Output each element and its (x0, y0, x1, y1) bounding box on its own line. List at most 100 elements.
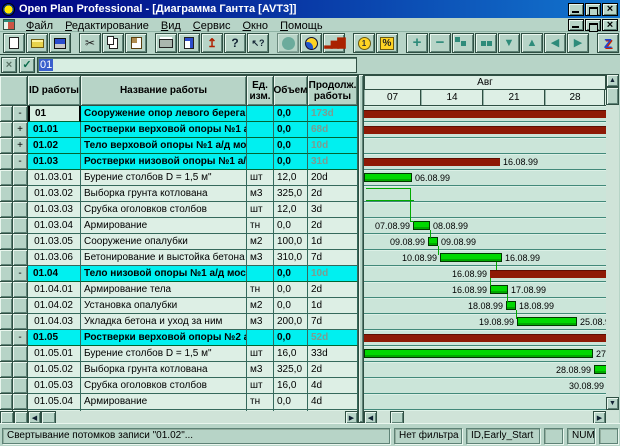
cell-id[interactable]: 01.04.02 (28, 298, 81, 314)
cell-volume[interactable]: 100,0 (274, 234, 308, 250)
cell-volume[interactable]: 0,0 (274, 218, 308, 234)
row-header-cell[interactable] (0, 218, 13, 234)
menu-item-сервис[interactable]: Сервис (187, 20, 237, 33)
cell-volume[interactable]: 0,0 (274, 266, 308, 282)
table-row[interactable]: -01.05Ростверки верховой опоры №2 а/д0,0… (0, 330, 358, 346)
cell-volume[interactable]: 0,0 (274, 394, 308, 410)
table-row[interactable]: 01.03.06Бетонирование и выстойка бетонам… (0, 250, 358, 266)
relationships-button[interactable]: Z (597, 33, 619, 53)
cell-unit[interactable] (247, 122, 274, 138)
cell-name[interactable]: Армирование (81, 218, 247, 234)
expand-button[interactable]: + (406, 33, 428, 53)
move-left-button[interactable]: ◀ (544, 33, 566, 53)
expand-cell[interactable] (13, 282, 28, 298)
row-header-cell[interactable] (0, 330, 13, 346)
cut-button[interactable]: ✂ (79, 33, 101, 53)
histogram-button[interactable]: ▂▅▇ (323, 33, 345, 53)
cell-unit[interactable]: м3 (247, 314, 274, 330)
expand-cell[interactable] (13, 234, 28, 250)
gantt-bar-green[interactable] (594, 365, 606, 374)
row-header-cell[interactable] (0, 266, 13, 282)
cell-volume[interactable]: 310,0 (274, 250, 308, 266)
cell-name[interactable]: Тело верховой опоры №1 а/д моста (81, 138, 247, 154)
table-row[interactable]: -01.04Тело низовой опоры №1 а/д моста 0,0… (0, 266, 358, 282)
expand-cell[interactable] (13, 250, 28, 266)
row-header-cell[interactable] (0, 234, 13, 250)
cell-name[interactable]: Ростверки верховой опоры №2 а/д (81, 330, 247, 346)
percent-complete-button[interactable]: % (376, 33, 398, 53)
cell-unit[interactable]: шт (247, 170, 274, 186)
paste-button[interactable] (125, 33, 147, 53)
table-row[interactable]: 01.04.03Укладка бетона и уход за нимм320… (0, 314, 358, 330)
cell-duration[interactable]: 7d (308, 250, 358, 266)
cell-edit-input[interactable]: 01 (37, 57, 357, 73)
menu-item-файл[interactable]: Файл (20, 20, 59, 33)
cell-duration[interactable]: 20d (308, 170, 358, 186)
cell-id[interactable]: 01.03.05 (28, 234, 81, 250)
time-analysis-button[interactable]: ↥ (201, 33, 223, 53)
table-row[interactable]: 01.05.03Срубка оголовков столбовшт16,04d (0, 378, 358, 394)
cell-name[interactable]: Установка опалубки (81, 298, 247, 314)
table-row[interactable]: 01.03.02Выборка грунта котлованам3325,02… (0, 186, 358, 202)
row-header-cell[interactable] (0, 346, 13, 362)
cell-volume[interactable]: 12,0 (274, 170, 308, 186)
row-header-cell[interactable] (0, 314, 13, 330)
table-row[interactable]: -01.03Ростверки низовой опоры №1 а/д м0,… (0, 154, 358, 170)
row-header-cell[interactable] (0, 170, 13, 186)
row-header-cell[interactable] (0, 362, 13, 378)
cell-volume[interactable]: 200,0 (274, 314, 308, 330)
cell-duration[interactable]: 1d (308, 298, 358, 314)
expand-cell[interactable] (13, 362, 28, 378)
cell-unit[interactable]: м3 (247, 186, 274, 202)
table-row[interactable]: 01.04.02Установка опалубким20,01d (0, 298, 358, 314)
cell-unit[interactable]: м3 (247, 362, 274, 378)
cell-name[interactable]: Тело низовой опоры №1 а/д моста (81, 266, 247, 282)
cell-volume[interactable]: 0,0 (274, 298, 308, 314)
move-up-button[interactable]: ▲ (521, 33, 543, 53)
menu-item-редактирование[interactable]: Редактирование (59, 20, 155, 33)
save-button[interactable] (49, 33, 71, 53)
move-right-button[interactable]: ▶ (567, 33, 589, 53)
column-header-1[interactable]: Название работы (81, 75, 247, 106)
new-button[interactable] (3, 33, 25, 53)
cell-unit[interactable] (247, 138, 274, 154)
cell-id[interactable]: 01.03.04 (28, 218, 81, 234)
cell-id[interactable]: 01.03.03 (28, 202, 81, 218)
cell-id[interactable]: 01.05 (28, 330, 81, 346)
cell-duration[interactable]: 68d (308, 122, 358, 138)
cell-volume[interactable]: 325,0 (274, 186, 308, 202)
cell-volume[interactable]: 0,0 (274, 138, 308, 154)
cell-unit[interactable]: тн (247, 394, 274, 410)
collapse-toggle[interactable]: - (13, 106, 28, 122)
cell-id[interactable]: 01.03.01 (28, 170, 81, 186)
cell-unit[interactable] (247, 106, 274, 122)
unlink-button[interactable] (475, 33, 497, 53)
table-row[interactable]: 01.05.02Выборка грунта котлованам3325,02… (0, 362, 358, 378)
gantt-bar-green[interactable] (413, 221, 430, 230)
cell-id[interactable]: 01.04 (28, 266, 81, 282)
cell-name[interactable]: Ростверки верховой опоры №1 а/д (81, 122, 247, 138)
gantt-bar-red[interactable] (364, 126, 606, 134)
cell-duration[interactable]: 4d (308, 394, 358, 410)
column-header-4[interactable]: Продолж. работы (308, 75, 358, 106)
expand-toggle[interactable]: + (13, 138, 28, 154)
row-header-cell[interactable] (0, 122, 13, 138)
open-button[interactable] (26, 33, 48, 53)
cell-name[interactable]: Бурение столбов D = 1,5 м" (81, 170, 247, 186)
table-row[interactable]: 01.03.04Армированиетн0,02d (0, 218, 358, 234)
menu-item-окно[interactable]: Окно (236, 20, 274, 33)
child-restore-button[interactable] (585, 19, 601, 31)
row-header-cell[interactable] (0, 250, 13, 266)
collapse-toggle[interactable]: - (13, 266, 28, 282)
expand-cell[interactable] (13, 218, 28, 234)
cell-id[interactable]: 01.01 (28, 122, 81, 138)
row-header-cell[interactable] (0, 202, 13, 218)
gantt-bar-red[interactable] (490, 270, 606, 278)
cell-duration[interactable]: 33d (308, 346, 358, 362)
cell-name[interactable]: Сооружение опалубки (81, 234, 247, 250)
table-row[interactable]: 01.05.04Армированиетн0,04d (0, 394, 358, 410)
gantt-vscrollbar[interactable]: ▲ ▼ (606, 74, 619, 423)
cell-volume[interactable]: 0,0 (274, 122, 308, 138)
gantt-bar-green[interactable] (364, 173, 412, 182)
row-header-cell[interactable] (0, 394, 13, 410)
